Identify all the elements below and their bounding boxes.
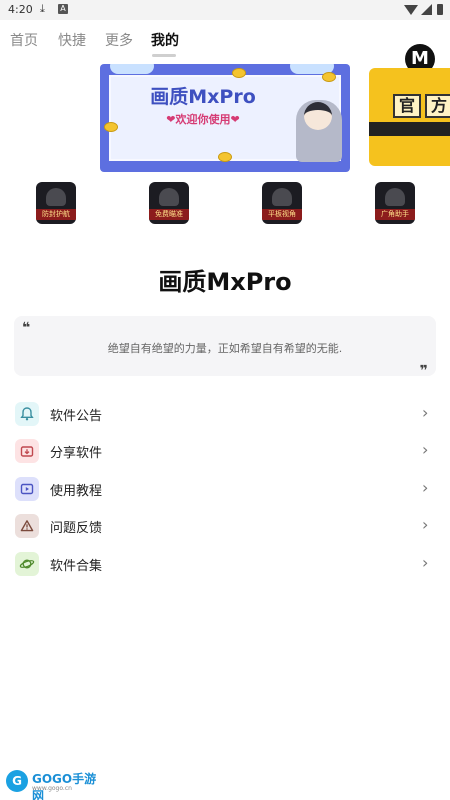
menu-item-share[interactable]: 分享软件 › (0, 433, 450, 470)
banner-slide-next[interactable]: 官 方 (369, 68, 450, 166)
soldier-icon (272, 188, 292, 206)
chevron-right-icon: › (422, 515, 429, 534)
banner2-char: 官 (393, 94, 421, 118)
menu-item-feedback[interactable]: 问题反馈 › (0, 508, 450, 545)
quick-action-aim[interactable]: 免费瞄准 (149, 182, 189, 224)
watermark-logo-icon: G (6, 770, 28, 792)
quote-card: ❝ 绝望自有绝望的力量，正如希望自有希望的无能. ❞ (14, 316, 436, 379)
menu-icon-bg (15, 439, 39, 463)
tab-more[interactable]: 更多 (105, 30, 133, 50)
coin-icon (322, 72, 336, 82)
coin-icon (104, 122, 118, 132)
warning-icon (20, 520, 34, 532)
download-icon: ⤓ (40, 2, 45, 15)
active-tab-indicator (152, 54, 176, 57)
banner-slide[interactable]: 画质MxPro ❤欢迎你使用❤ (100, 64, 350, 172)
coin-icon (218, 152, 232, 162)
a-app-icon: A (58, 4, 68, 14)
quick-action-label: 免费瞄准 (149, 209, 189, 220)
quick-action-label: 防封护航 (36, 209, 76, 220)
menu-item-label: 使用教程 (50, 484, 103, 499)
quote-text: 绝望自有绝望的力量，正如希望自有希望的无能. (107, 342, 343, 355)
watermark-url: www.gogo.cn (32, 785, 72, 792)
bell-icon (20, 407, 34, 421)
cloud-decoration (110, 64, 154, 74)
menu-icon-bg (15, 514, 39, 538)
tab-shortcuts[interactable]: 快捷 (58, 30, 86, 50)
banner2-strip (369, 122, 450, 136)
quick-action-wide-angle[interactable]: 广角助手 (375, 182, 415, 224)
menu-item-collection[interactable]: 软件合集 › (0, 546, 450, 583)
menu-item-tutorial[interactable]: 使用教程 › (0, 471, 450, 508)
share-folder-icon (20, 446, 34, 457)
wifi-icon (404, 5, 418, 15)
quick-action-label: 广角助手 (375, 209, 415, 220)
soldier-icon (46, 188, 66, 206)
app-title: 画质MxPro (158, 268, 292, 296)
chevron-right-icon: › (422, 478, 429, 497)
status-time: 4:20 (8, 3, 33, 16)
quote-close-icon: ❞ (419, 363, 428, 379)
banner-subtitle: ❤欢迎你使用❤ (166, 113, 240, 126)
quick-action-tablet-view[interactable]: 平板视角 (262, 182, 302, 224)
top-tabs: 首页 快捷 更多 我的 M (0, 20, 450, 74)
menu-icon-bg (15, 402, 39, 426)
soldier-icon (159, 188, 179, 206)
soldier-icon (385, 188, 405, 206)
chevron-right-icon: › (422, 440, 429, 459)
status-bar: 4:20 ⤓ A (0, 0, 450, 20)
planet-icon (19, 559, 35, 569)
menu-item-label: 软件合集 (50, 559, 103, 574)
chevron-right-icon: › (422, 553, 429, 572)
banner2-char: 方 (425, 94, 450, 118)
menu-icon-bg (15, 477, 39, 501)
quick-action-label: 平板视角 (262, 209, 302, 220)
tab-home[interactable]: 首页 (10, 30, 38, 50)
chevron-right-icon: › (422, 403, 429, 422)
signal-icon (421, 4, 432, 15)
tab-mine[interactable]: 我的 (151, 30, 179, 50)
menu-item-announcement[interactable]: 软件公告 › (0, 396, 450, 433)
video-play-icon (20, 483, 34, 495)
menu-item-label: 分享软件 (50, 446, 103, 461)
menu-item-label: 软件公告 (50, 409, 103, 424)
quote-open-icon: ❝ (22, 320, 31, 336)
site-watermark: G GOGO手游网 www.gogo.cn (6, 770, 98, 800)
menu-icon-bg (15, 552, 39, 576)
coin-icon (232, 68, 246, 78)
banner-character-face (304, 102, 332, 130)
battery-icon (437, 4, 443, 15)
menu-item-label: 问题反馈 (50, 521, 103, 536)
quick-action-anti-ban[interactable]: 防封护航 (36, 182, 76, 224)
banner-title: 画质MxPro (150, 86, 256, 108)
